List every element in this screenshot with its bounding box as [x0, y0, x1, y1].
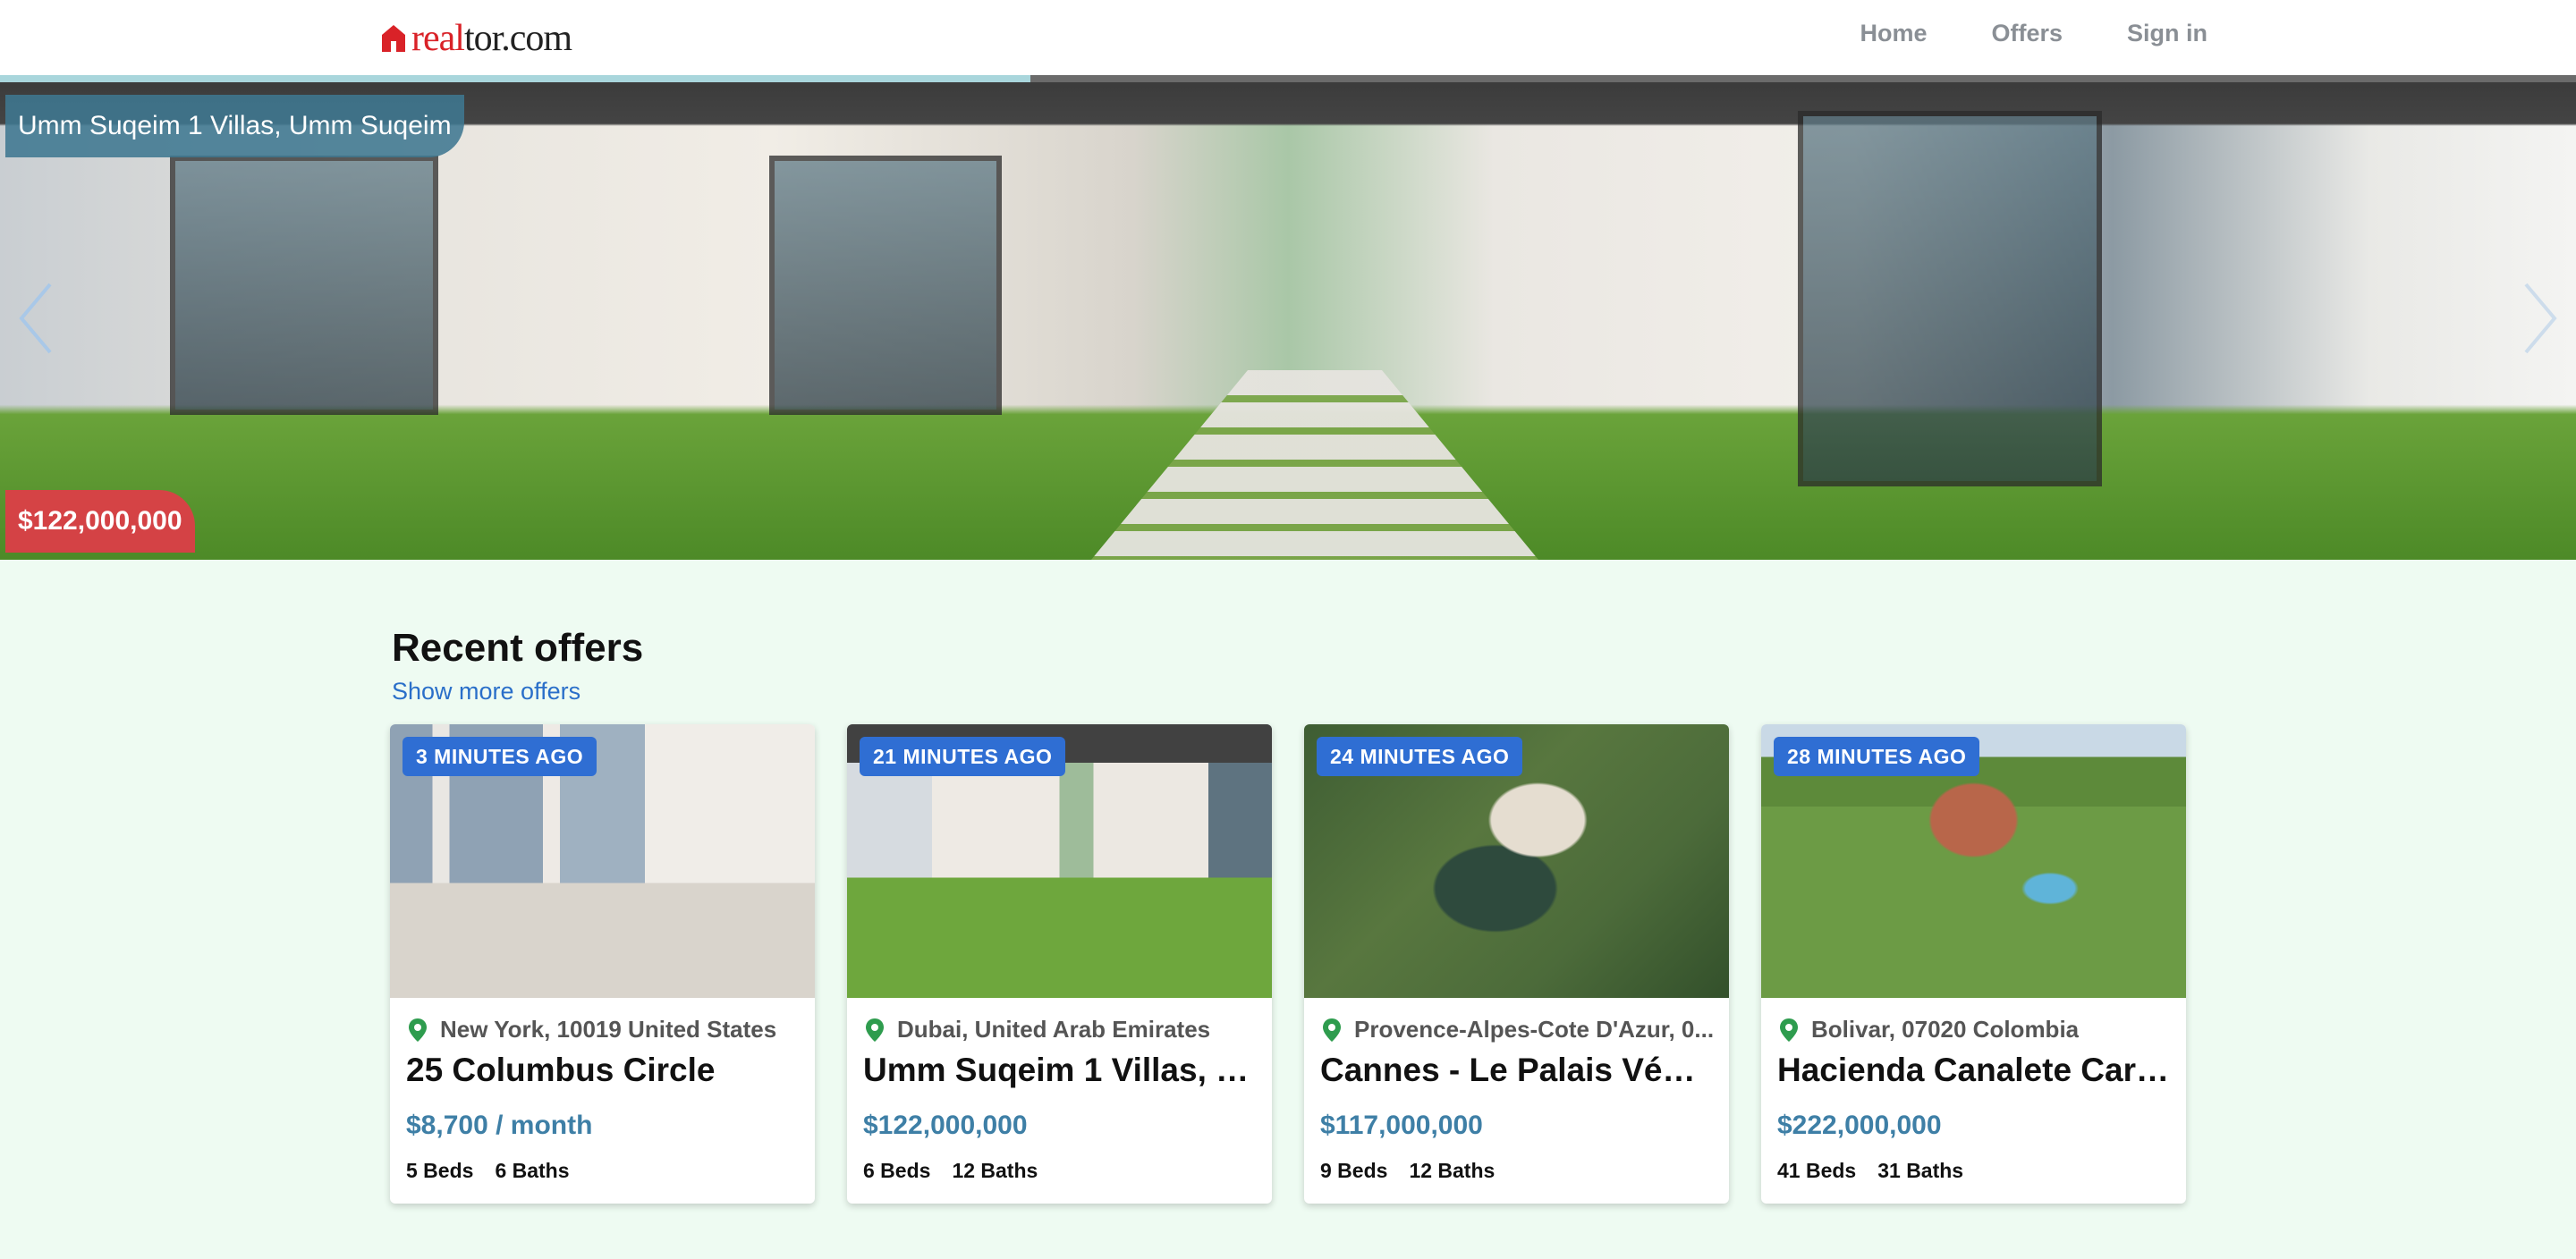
location-pin-icon [866, 1018, 884, 1042]
realtor-logo[interactable]: realtor.com [381, 16, 572, 61]
offer-card-list: 3 MINUTES AGO New York, 10019 United Sta… [390, 724, 2186, 1204]
carousel-prev-icon[interactable] [18, 281, 54, 356]
hero-window-left [170, 156, 438, 415]
offer-location: Bolivar, 07020 Colombia [1779, 1016, 2173, 1044]
offer-card[interactable]: 3 MINUTES AGO New York, 10019 United Sta… [390, 724, 815, 1204]
offer-title: Cannes - Le Palais Véniti... [1320, 1052, 1714, 1088]
offer-title: 25 Columbus Circle [406, 1052, 716, 1088]
offer-photo: 21 MINUTES AGO [847, 724, 1272, 998]
offer-photo: 28 MINUTES AGO [1761, 724, 2186, 998]
offer-specs: 6 Beds 12 Baths [863, 1159, 1038, 1183]
offer-location-text: New York, 10019 United States [440, 1016, 777, 1043]
offer-beds: 5 Beds [406, 1159, 474, 1182]
offer-card[interactable]: 24 MINUTES AGO Provence-Alpes-Cote D'Azu… [1304, 724, 1729, 1204]
time-ago-badge: 21 MINUTES AGO [860, 737, 1066, 776]
offer-beds: 6 Beds [863, 1159, 931, 1182]
nav-sign-in-link[interactable]: Sign in [2127, 20, 2207, 47]
location-pin-icon [1323, 1018, 1341, 1042]
location-pin-icon [1780, 1018, 1798, 1042]
carousel-next-icon[interactable] [2522, 281, 2558, 356]
offer-specs: 9 Beds 12 Baths [1320, 1159, 1495, 1183]
offer-price: $117,000,000 [1320, 1111, 1483, 1140]
house-logo-icon [382, 25, 405, 52]
recent-offers-heading: Recent offers [392, 626, 644, 670]
offer-title: Hacienda Canalete Cart... [1777, 1052, 2171, 1088]
nav-offers-link[interactable]: Offers [1991, 20, 2063, 47]
time-ago-badge: 24 MINUTES AGO [1317, 737, 1523, 776]
location-pin-icon [409, 1018, 427, 1042]
hero-listing-title[interactable]: Umm Suqeim 1 Villas, Umm Suqeim [5, 95, 464, 157]
offer-location: Dubai, United Arab Emirates [865, 1016, 1258, 1044]
top-navbar: realtor.com Home Offers Sign in [0, 0, 2576, 75]
time-ago-badge: 3 MINUTES AGO [402, 737, 597, 776]
offer-location: Provence-Alpes-Cote D'Azur, 0... [1322, 1016, 1716, 1044]
offer-photo: 3 MINUTES AGO [390, 724, 815, 998]
offer-specs: 41 Beds 31 Baths [1777, 1159, 1963, 1183]
nav-home-link[interactable]: Home [1860, 20, 1927, 47]
offer-baths: 12 Baths [952, 1159, 1038, 1182]
offer-baths: 12 Baths [1409, 1159, 1496, 1182]
hero-window-center [769, 156, 1002, 415]
offer-location-text: Dubai, United Arab Emirates [897, 1016, 1211, 1043]
offer-photo: 24 MINUTES AGO [1304, 724, 1729, 998]
hero-window-right [1798, 111, 2102, 486]
offer-price: $8,700 / month [406, 1111, 593, 1140]
offer-location-text: Bolivar, 07020 Colombia [1811, 1016, 2080, 1043]
offer-baths: 31 Baths [1877, 1159, 1964, 1182]
offer-location: New York, 10019 United States [408, 1016, 801, 1044]
offer-price: $122,000,000 [863, 1111, 1028, 1140]
carousel-progress-bar [0, 75, 1030, 82]
show-more-offers-link[interactable]: Show more offers [392, 678, 580, 706]
hero-listing-price: $122,000,000 [5, 490, 195, 553]
offer-card[interactable]: 28 MINUTES AGO Bolivar, 07020 Colombia H… [1761, 724, 2186, 1204]
brand-wordmark: realtor.com [411, 18, 572, 59]
carousel-progress-track [1030, 75, 2576, 82]
main-nav: Home Offers Sign in [1860, 20, 2207, 47]
offer-price: $222,000,000 [1777, 1111, 1942, 1140]
offer-baths: 6 Baths [495, 1159, 570, 1182]
offer-card[interactable]: 21 MINUTES AGO Dubai, United Arab Emirat… [847, 724, 1272, 1204]
offer-beds: 41 Beds [1777, 1159, 1857, 1182]
time-ago-badge: 28 MINUTES AGO [1774, 737, 1980, 776]
offer-location-text: Provence-Alpes-Cote D'Azur, 0... [1354, 1016, 1715, 1043]
offer-title: Umm Suqeim 1 Villas, U... [863, 1052, 1257, 1088]
offer-beds: 9 Beds [1320, 1159, 1388, 1182]
offer-specs: 5 Beds 6 Baths [406, 1159, 570, 1183]
